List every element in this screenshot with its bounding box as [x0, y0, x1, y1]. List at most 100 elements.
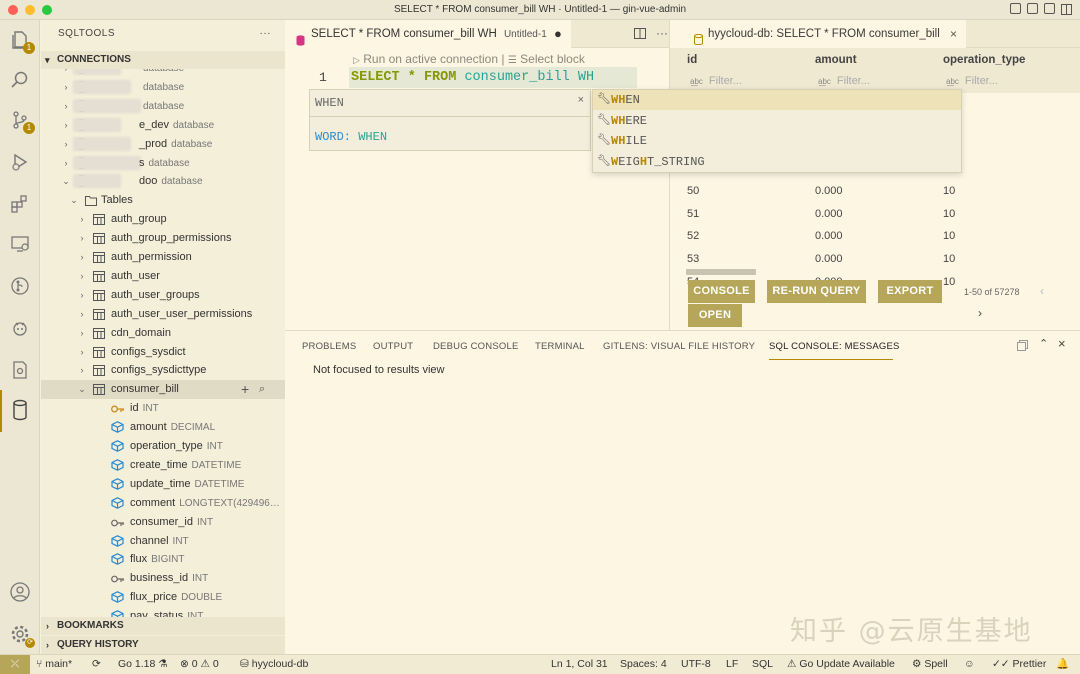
table-item[interactable]: › configs_sysdicttype — [41, 361, 285, 380]
cursor-position[interactable]: Ln 1, Col 31 — [551, 655, 608, 674]
rest-client-icon[interactable] — [8, 358, 32, 382]
split-editor-icon[interactable] — [634, 28, 646, 42]
copilot-icon[interactable] — [8, 316, 32, 340]
column-item[interactable]: update_time DATETIME — [41, 475, 285, 494]
tab-untitled-1[interactable]: SELECT * FROM consumer_bill WH Untitled-… — [285, 20, 571, 48]
panel-tab[interactable]: GITLENS: VISUAL FILE HISTORY — [603, 341, 755, 352]
table-item[interactable]: › configs_sysdict — [41, 343, 285, 362]
table-row[interactable]: 50 0.000 10 — [670, 182, 1080, 204]
eol[interactable]: LF — [726, 655, 738, 674]
encoding[interactable]: UTF-8 — [681, 655, 711, 674]
open-button[interactable]: OPEN — [688, 304, 742, 327]
connection-item[interactable]: › database — [41, 69, 285, 78]
column-header[interactable]: amount — [815, 54, 857, 66]
code-line[interactable]: SELECT * FROM consumer_bill WH — [349, 67, 637, 88]
suggestion-item[interactable]: 🔧︎ WHEN — [593, 90, 961, 110]
panel-tab[interactable]: OUTPUT — [373, 341, 413, 352]
prev-page-icon[interactable]: ‹ — [1040, 284, 1044, 298]
tables-folder[interactable]: ⌄ Tables — [41, 191, 285, 210]
gitlens-icon[interactable] — [8, 274, 32, 298]
column-header[interactable]: operation_type — [943, 54, 1025, 66]
suggestion-item[interactable]: 🔧︎ WHERE — [593, 111, 961, 131]
connection-indicator[interactable]: ⛁ hyycloud-db — [240, 655, 308, 674]
language-mode[interactable]: SQL — [752, 655, 773, 674]
copilot-status-icon[interactable]: ☺ — [964, 655, 975, 674]
column-item[interactable]: business_id INT — [41, 569, 285, 588]
column-item[interactable]: flux_price DOUBLE — [41, 588, 285, 607]
explorer-icon[interactable]: 1 — [8, 28, 35, 54]
column-item[interactable]: consumer_id INT — [41, 513, 285, 532]
chevron-up-icon[interactable]: ⌃ — [1039, 337, 1048, 350]
source-control-icon[interactable]: 1 — [8, 108, 35, 134]
connection-item[interactable]: › e_dev database — [41, 116, 285, 135]
add-icon[interactable]: + — [241, 380, 249, 399]
panel-tab[interactable]: DEBUG CONSOLE — [433, 341, 518, 352]
connection-item[interactable]: › database — [41, 78, 285, 97]
minimize-window-button[interactable] — [25, 5, 35, 15]
extensions-icon[interactable] — [8, 192, 32, 216]
connection-item[interactable]: ⌄ doo database — [41, 172, 285, 191]
filter-input[interactable]: a͟bc Filter... — [818, 75, 870, 87]
toggle-secondary-sidebar-icon[interactable] — [1044, 3, 1055, 14]
results-tab-close-icon[interactable]: × — [950, 20, 957, 48]
suggestion-item[interactable]: 🔧︎ WEIGHT_STRING — [593, 152, 961, 172]
remote-explorer-icon[interactable] — [8, 232, 32, 256]
maximize-panel-icon[interactable] — [1017, 340, 1028, 354]
close-panel-icon[interactable]: × — [1058, 336, 1066, 351]
console-button[interactable]: CONSOLE — [688, 280, 755, 303]
toggle-sidebar-icon[interactable] — [1010, 3, 1021, 14]
go-version[interactable]: Go 1.18 ⚗ — [118, 655, 168, 674]
connection-item[interactable]: › _prod database — [41, 135, 285, 154]
problems-indicator[interactable]: ⊗ 0 ⚠ 0 — [180, 655, 219, 674]
sync-icon[interactable]: ⟳ — [92, 655, 101, 674]
spell-check[interactable]: ⚙ Spell — [912, 655, 948, 674]
column-item[interactable]: create_time DATETIME — [41, 456, 285, 475]
remote-indicator-icon[interactable]: ⤫ — [0, 655, 30, 674]
column-item[interactable]: id INT — [41, 399, 285, 418]
account-icon[interactable] — [8, 580, 32, 604]
search-icon[interactable]: ⌕ — [259, 380, 265, 399]
column-item[interactable]: operation_type INT — [41, 437, 285, 456]
filter-input[interactable]: a͟bc Filter... — [690, 75, 742, 87]
column-item[interactable]: channel INT — [41, 532, 285, 551]
export-button[interactable]: EXPORT — [878, 280, 942, 303]
table-item[interactable]: › cdn_domain — [41, 324, 285, 343]
manage-gear-icon[interactable]: ⟳ — [8, 622, 35, 648]
codelens-select-link[interactable]: Select block — [520, 52, 585, 66]
toggle-panel-icon[interactable] — [1027, 3, 1038, 14]
connections-section-header[interactable]: ▾ CONNECTIONS — [41, 51, 285, 69]
sidebar-more-button[interactable]: ··· — [260, 20, 272, 48]
table-item[interactable]: › auth_user — [41, 267, 285, 286]
filter-input[interactable]: a͟bc Filter... — [946, 75, 998, 87]
editor-more-button[interactable]: ··· — [656, 26, 668, 40]
table-item[interactable]: ⌄ consumer_bill + ⌕ — [41, 380, 285, 400]
table-row[interactable]: 51 0.000 10 — [670, 205, 1080, 227]
table-item[interactable]: › auth_user_groups — [41, 286, 285, 305]
column-header[interactable]: id — [687, 54, 697, 66]
run-debug-icon[interactable] — [8, 150, 32, 174]
panel-tab[interactable]: TERMINAL — [535, 341, 585, 352]
connection-item[interactable]: › s database — [41, 154, 285, 173]
next-page-icon[interactable]: › — [978, 306, 982, 320]
branch-indicator[interactable]: ⑂ main* — [36, 655, 72, 674]
panel-tab[interactable]: SQL CONSOLE: MESSAGES — [769, 341, 900, 352]
table-row[interactable]: 52 0.000 10 — [670, 227, 1080, 249]
close-window-button[interactable] — [8, 5, 18, 15]
prettier-status[interactable]: ✓✓ Prettier — [992, 655, 1046, 674]
table-item[interactable]: › auth_group — [41, 210, 285, 229]
customize-layout-icon[interactable] — [1061, 3, 1072, 15]
search-icon[interactable] — [8, 68, 32, 92]
column-item[interactable]: amount DECIMAL — [41, 418, 285, 437]
go-update[interactable]: ⚠ Go Update Available — [787, 655, 895, 674]
history-section-header[interactable]: › QUERY HISTORY — [41, 636, 285, 654]
horizontal-scrollbar[interactable] — [686, 269, 756, 275]
hover-close-icon[interactable]: × — [578, 94, 584, 106]
column-item[interactable]: flux BIGINT — [41, 550, 285, 569]
zoom-window-button[interactable] — [42, 5, 52, 15]
tab-results[interactable]: hyycloud-db: SELECT * FROM consumer_bill… — [670, 20, 966, 48]
column-item[interactable]: comment LONGTEXT(429496… — [41, 494, 285, 513]
notifications-bell-icon[interactable]: 🔔 — [1056, 655, 1069, 674]
database-icon[interactable] — [8, 398, 32, 422]
connection-item[interactable]: › database — [41, 97, 285, 116]
indentation[interactable]: Spaces: 4 — [620, 655, 667, 674]
